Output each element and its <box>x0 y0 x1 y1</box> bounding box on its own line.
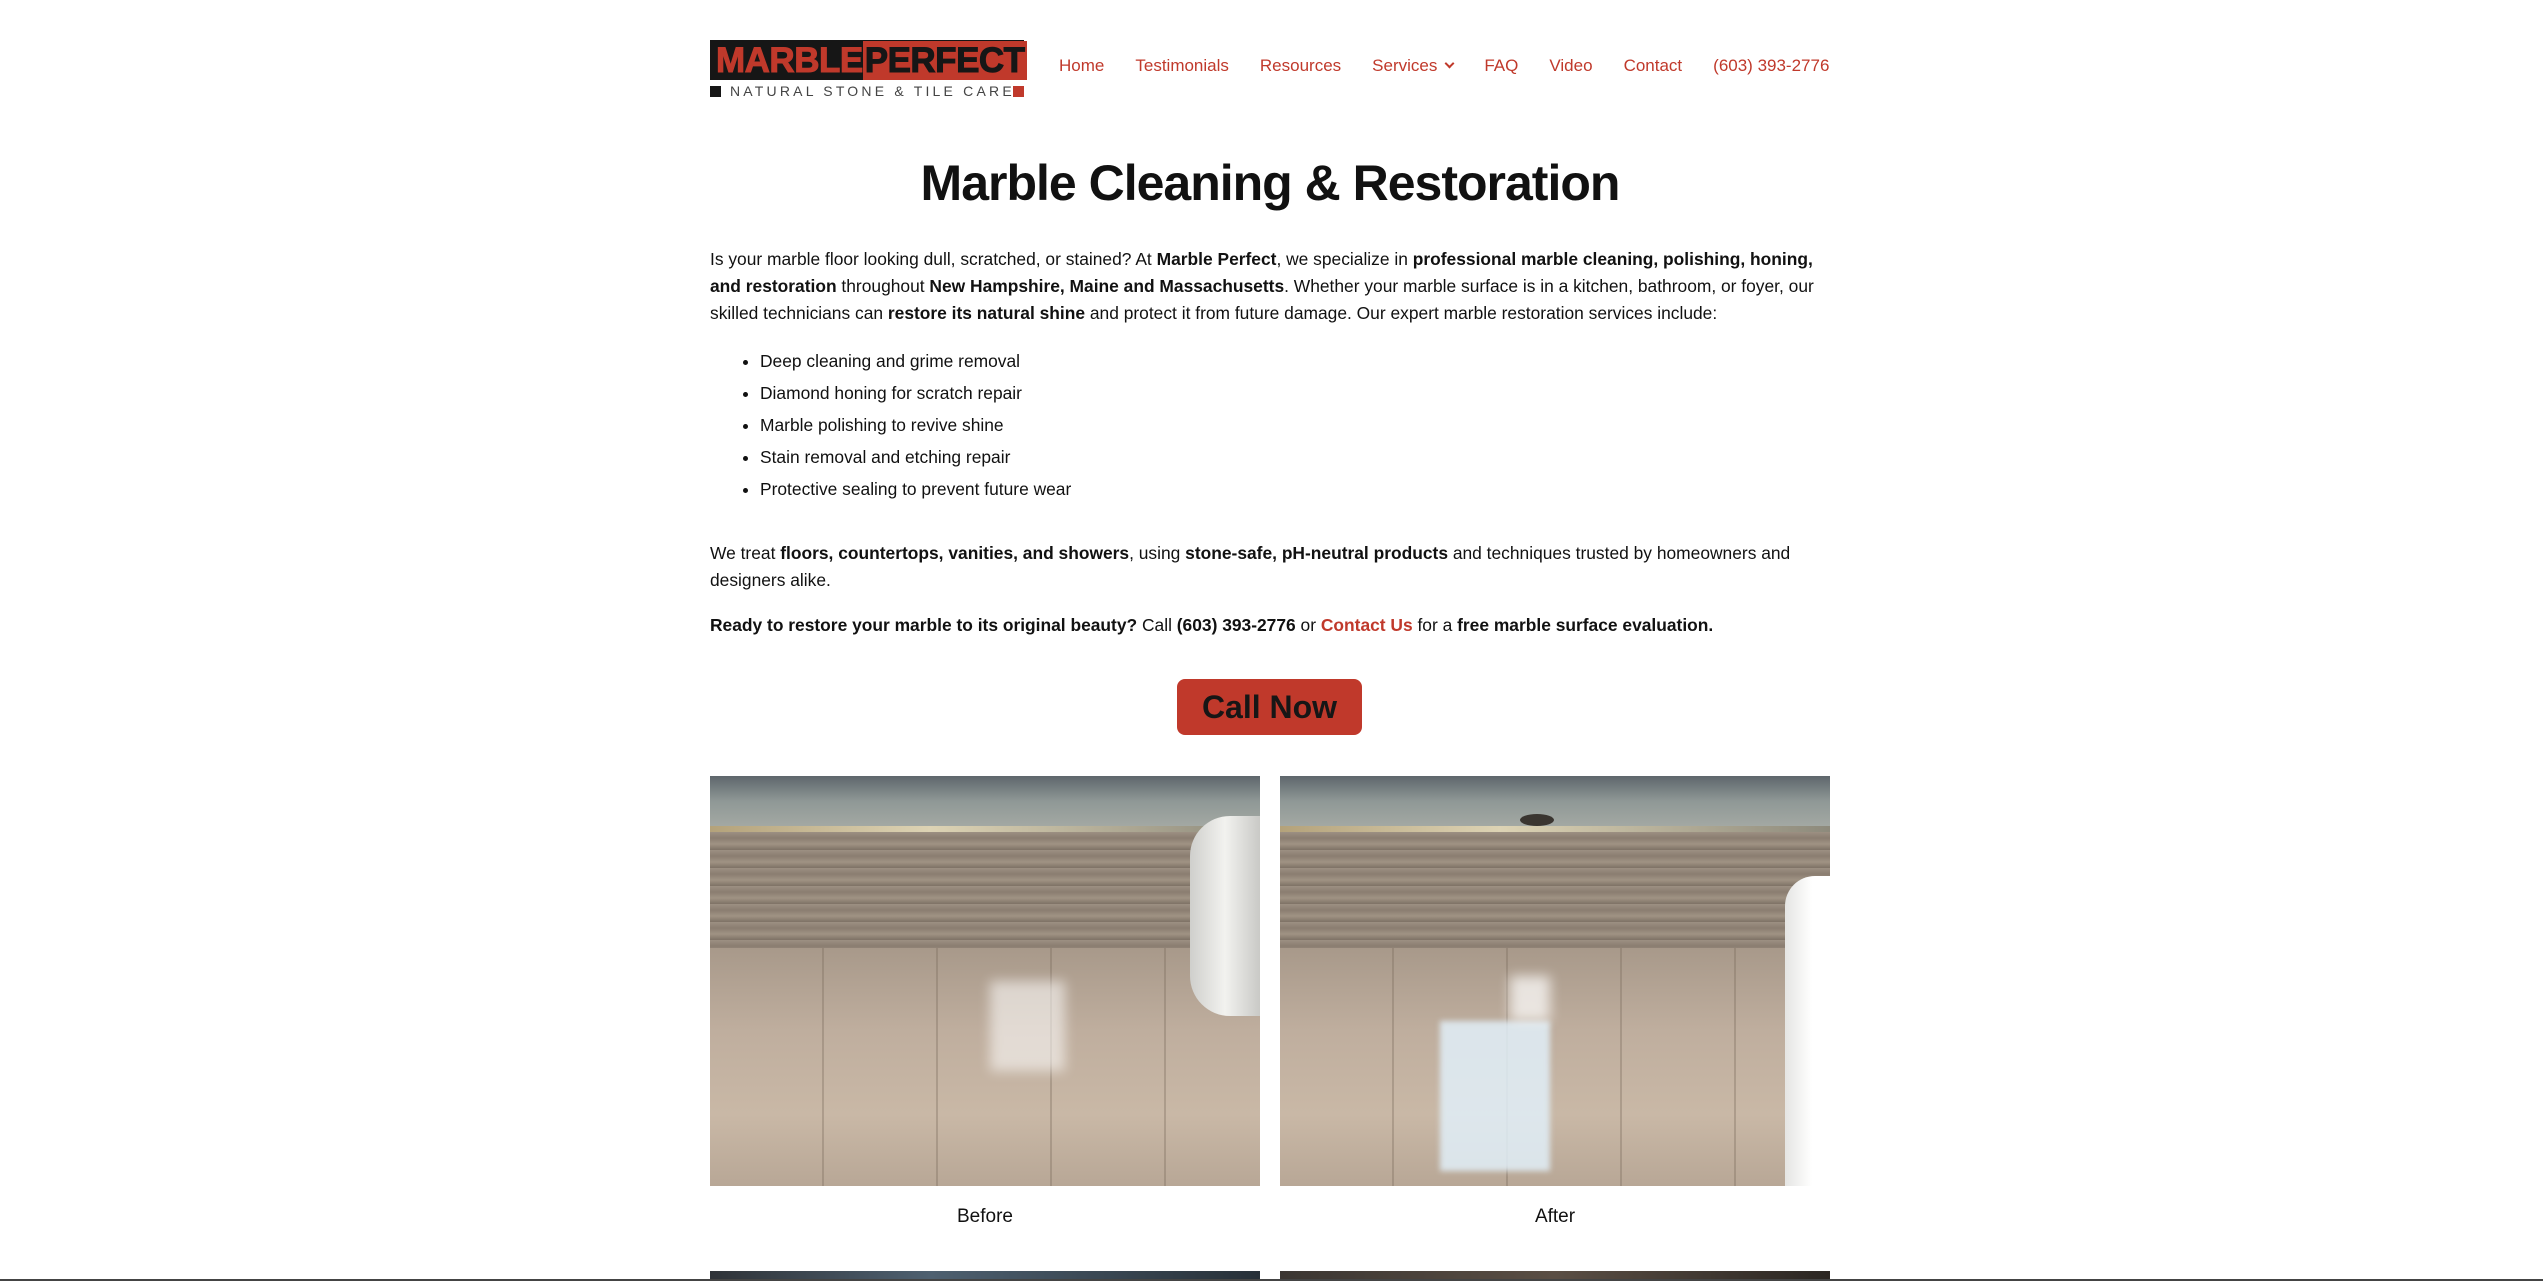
nav-video[interactable]: Video <box>1549 56 1592 76</box>
intro-bold-4: restore its natural shine <box>887 303 1086 323</box>
logo-square-dark <box>710 86 721 97</box>
list-item: Protective sealing to prevent future wea… <box>760 473 1071 505</box>
floor-reflection <box>990 981 1065 1071</box>
floor-grout-lines <box>1280 948 1830 1186</box>
p2-bold-1: floors, countertops, vanities, and showe… <box>780 543 1130 563</box>
logo-word-perfect-bg: PERFECT <box>862 41 1027 80</box>
site-logo[interactable]: MARBLEPERFECT NATURAL STONE & TILE CARE <box>710 38 1027 102</box>
nav-faq[interactable]: FAQ <box>1484 56 1518 76</box>
nav-testimonials[interactable]: Testimonials <box>1135 56 1229 76</box>
contact-us-link[interactable]: Contact Us <box>1321 615 1413 635</box>
nav-home[interactable]: Home <box>1059 56 1104 76</box>
logo-box: MARBLEPERFECT <box>710 40 1027 80</box>
intro-text-2: , we specialize in <box>1276 249 1413 269</box>
after-photo <box>1280 776 1830 1186</box>
tub-fixture <box>1785 876 1830 1186</box>
call-now-button[interactable]: Call Now <box>1177 679 1362 735</box>
floor-reflection <box>1440 1021 1550 1171</box>
chevron-down-icon <box>1444 58 1455 69</box>
p2-bold-2: stone-safe, pH-neutral products <box>1185 543 1448 563</box>
nav-phone[interactable]: (603) 393-2776 <box>1713 56 1829 76</box>
intro-bold-3: New Hampshire, Maine and Massachusetts <box>929 276 1285 296</box>
page-title: Marble Cleaning & Restoration <box>920 155 1621 211</box>
logo-tagline-row: NATURAL STONE & TILE CARE <box>710 84 1024 98</box>
shower-glass <box>1280 776 1830 832</box>
cta-paragraph: Ready to restore your marble to its orig… <box>710 612 1830 639</box>
floor-grout-lines <box>710 948 1260 1186</box>
towel <box>1190 816 1260 1016</box>
intro-text-1: Is your marble floor looking dull, scrat… <box>710 249 1157 269</box>
p3-bold-3: free marble surface evaluation. <box>1457 615 1714 635</box>
shower-glass <box>710 776 1260 832</box>
list-item: Deep cleaning and grime removal <box>760 345 1071 377</box>
list-item: Diamond honing for scratch repair <box>760 377 1071 409</box>
marble-ledge <box>1280 832 1830 948</box>
logo-wordmark: MARBLEPERFECT <box>716 41 1027 80</box>
shower-drain <box>1520 814 1554 826</box>
intro-paragraph: Is your marble floor looking dull, scrat… <box>710 246 1830 327</box>
main-nav: Home Testimonials Resources Services FAQ… <box>1059 52 1829 80</box>
p2-text-2: , using <box>1129 543 1186 563</box>
p3-phone: (603) 393-2776 <box>1176 615 1296 635</box>
logo-word-marble: MARBLE <box>716 41 864 80</box>
nav-services-label: Services <box>1372 56 1438 75</box>
list-item: Stain removal and etching repair <box>760 441 1071 473</box>
p3-text-3: for a <box>1412 615 1458 635</box>
intro-text-5: and protect it from future damage. Our e… <box>1085 303 1718 323</box>
marble-ledge <box>710 832 1260 948</box>
nav-resources[interactable]: Resources <box>1260 56 1341 76</box>
logo-word-perfect: PERFECT <box>864 41 1025 80</box>
p2-text-1: We treat <box>710 543 781 563</box>
logo-square-red <box>1013 86 1024 97</box>
after-caption: After <box>1534 1206 1576 1227</box>
site-header: MARBLEPERFECT NATURAL STONE & TILE CARE … <box>710 38 1830 102</box>
before-photo <box>710 776 1260 1186</box>
before-caption: Before <box>957 1206 1013 1227</box>
p3-text-1: Call <box>1137 615 1177 635</box>
floor-highlight <box>1510 976 1550 1021</box>
intro-text-3: throughout <box>836 276 930 296</box>
p3-text-2: or <box>1295 615 1321 635</box>
logo-tagline: NATURAL STONE & TILE CARE <box>730 83 1015 99</box>
nav-services[interactable]: Services <box>1372 56 1455 76</box>
nav-contact[interactable]: Contact <box>1624 56 1683 76</box>
p3-bold-1: Ready to restore your marble to its orig… <box>710 615 1138 635</box>
services-list: Deep cleaning and grime removal Diamond … <box>760 345 1071 505</box>
intro-bold-1: Marble Perfect <box>1156 249 1277 269</box>
list-item: Marble polishing to revive shine <box>760 409 1071 441</box>
surfaces-paragraph: We treat floors, countertops, vanities, … <box>710 540 1830 594</box>
